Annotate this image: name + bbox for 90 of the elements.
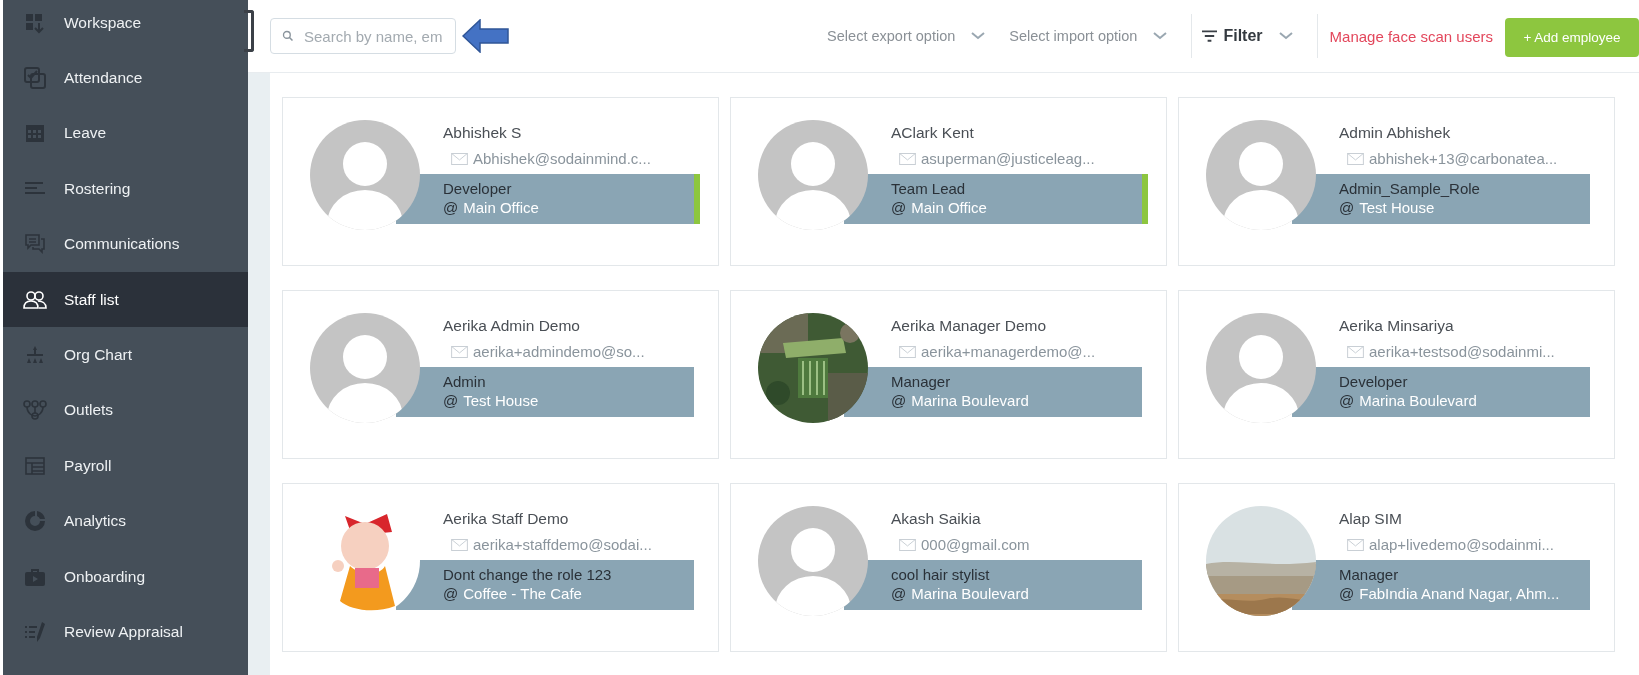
envelope-icon: [451, 345, 468, 358]
employee-role: Admin: [443, 373, 487, 390]
employee-location: Main Office: [463, 199, 539, 216]
employee-name: Aerika Staff Demo: [443, 510, 570, 528]
employee-email: abhishek+13@carbonatea...: [1369, 150, 1558, 167]
employee-card[interactable]: Admin Abhishek abhishek+13@carbonatea... Admin_Sample_Role @ Test House: [1178, 97, 1615, 266]
employee-email: Abhishek@sodainmind.c...: [473, 150, 651, 167]
employee-card[interactable]: Alap SIM alap+livedemo@sodainmi... Manager @ FabIndia Anand Nagar, Ahm...: [1178, 483, 1615, 652]
employee-location: Test House: [1359, 199, 1435, 216]
employee-name: Alap SIM: [1339, 510, 1403, 528]
employee-card[interactable]: Akash Saikia 000@gmail.com cool hair stylist @ Marina Boulevard: [730, 483, 1167, 652]
sidebar-item[interactable]: Review Appraisal: [3, 604, 248, 660]
employee-name: Abhishek S: [443, 124, 523, 142]
chevron-icon: [1153, 32, 1168, 40]
sidebar-item[interactable]: Communications: [3, 216, 248, 272]
sidebar-item[interactable]: Attendance: [3, 50, 248, 106]
sidebar-item[interactable]: Leave: [3, 105, 248, 162]
employee-name: Aerika Minsariya: [1339, 317, 1455, 335]
envelope-icon: [1347, 152, 1364, 165]
sidebar-item[interactable]: Outlets: [3, 382, 248, 439]
filter-dropdown[interactable]: Filter: [1202, 27, 1307, 45]
at-sign: @: [1339, 199, 1355, 216]
employee-location: FabIndia Anand Nagar, Ahm...: [1359, 585, 1560, 602]
employee-email: aerika+managerdemo@...: [921, 343, 1096, 360]
employee-location: Test House: [463, 392, 539, 409]
employee-email: aerika+testsod@sodainmi...: [1369, 343, 1555, 360]
envelope-icon: [451, 152, 468, 165]
sidebar-item[interactable]: Rostering: [3, 161, 248, 217]
employee-role: Manager: [1339, 566, 1400, 583]
search-field[interactable]: Search by name, em: [270, 18, 456, 54]
employee-card[interactable]: Abhishek S Abhishek@sodainmind.c... Developer @ Main Office: [282, 97, 719, 266]
employee-location: Marina Boulevard: [1359, 392, 1477, 409]
employee-role: Manager: [891, 373, 952, 390]
employee-role: Team Lead: [891, 180, 967, 197]
circles-icon: [23, 398, 47, 423]
employee-location: Marina Boulevard: [911, 392, 1029, 409]
arrow-icon: [462, 19, 510, 53]
sidebar-item[interactable]: Workspace: [3, 0, 248, 51]
envelope-icon: [899, 538, 916, 551]
chevron-icon: [971, 32, 986, 40]
employee-card[interactable]: Aerika Minsariya aerika+testsod@sodainmi... Developer @ Marina Boulevard: [1178, 290, 1615, 459]
envelope-icon: [451, 538, 468, 551]
sidebar-item[interactable]: Org Chart: [3, 327, 248, 383]
employee-card[interactable]: AClark Kent asuperman@justiceleag... Team Lead @ Main Office: [730, 97, 1167, 266]
sidebar-item[interactable]: Onboarding: [3, 548, 248, 605]
chat-icon: [23, 232, 47, 257]
focus-outline: [244, 10, 254, 52]
envelope-icon: [1347, 345, 1364, 358]
employee-email: asuperman@justiceleag...: [921, 150, 1095, 167]
employee-name: Aerika Manager Demo: [891, 317, 1048, 335]
employee-role: Developer: [1339, 373, 1409, 390]
employee-card[interactable]: Aerika Admin Demo aerika+admindemo@so... Admin @ Test House: [282, 290, 719, 459]
employee-email: aerika+admindemo@so...: [473, 343, 645, 360]
employee-role: Admin_Sample_Role: [1339, 180, 1481, 197]
employee-email: alap+livedemo@sodainmi...: [1369, 536, 1554, 553]
manage-face-scan-link[interactable]: Manage face scan users: [1329, 27, 1493, 45]
employee-email: aerika+staffdemo@sodai...: [473, 536, 652, 553]
at-sign: @: [891, 392, 907, 409]
employee-location: Main Office: [911, 199, 987, 216]
employee-role: cool hair stylist: [891, 566, 991, 583]
pen-list-icon: [23, 620, 47, 644]
sidebar-item[interactable]: Analytics: [3, 493, 248, 549]
envelope-icon: [899, 152, 916, 165]
employee-name: Akash Saikia: [891, 510, 982, 528]
sidebar-item[interactable]: Staff list: [3, 271, 248, 328]
envelope-icon: [1347, 538, 1364, 551]
search-icon: [282, 30, 294, 42]
employee-name: Aerika Admin Demo: [443, 317, 581, 335]
at-sign: @: [443, 585, 459, 602]
at-sign: @: [1339, 585, 1355, 602]
employee-location: Coffee - The Cafe: [463, 585, 582, 602]
sidebar-item[interactable]: Payroll: [3, 438, 248, 494]
employee-email: 000@gmail.com: [921, 536, 1030, 553]
employee-name: AClark Kent: [891, 124, 975, 142]
employee-card[interactable]: Aerika Staff Demo aerika+staffdemo@sodai... Dont change the role 123 @ Coffee - The Cafe: [282, 483, 719, 652]
employee-card[interactable]: Aerika Manager Demo aerika+managerdemo@... Manager @ Marina Boulevard: [730, 290, 1167, 459]
at-sign: @: [891, 199, 907, 216]
at-sign: @: [891, 585, 907, 602]
filter-icon: [1202, 30, 1218, 42]
chevron-icon: [1278, 32, 1293, 40]
at-sign: @: [1339, 392, 1355, 409]
envelope-icon: [899, 345, 916, 358]
employee-name: Admin Abhishek: [1339, 124, 1452, 142]
ring-icon: [23, 509, 47, 534]
employee-role: Dont change the role 123: [443, 566, 613, 583]
at-sign: @: [443, 199, 459, 216]
employee-role: Developer: [443, 180, 513, 197]
employee-location: Marina Boulevard: [911, 585, 1029, 602]
checkbox-icon: [23, 66, 47, 91]
at-sign: @: [443, 392, 459, 409]
